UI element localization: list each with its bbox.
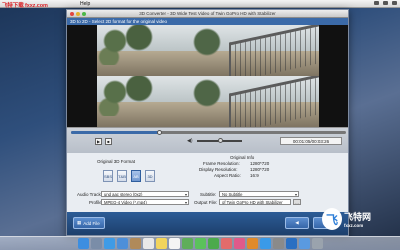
- preview-frame-right-eye: [97, 76, 319, 127]
- watermark-logo-icon: 飞: [322, 208, 342, 230]
- watermark-url: fxxz.com: [344, 223, 364, 228]
- app-window: 3D Converter - 3D Wide Test Video of Twi…: [66, 9, 349, 236]
- step-header: 3D to 2D - Select 2D format for the orig…: [67, 18, 348, 25]
- stop-icon: ■: [107, 139, 110, 144]
- subtitle-select[interactable]: No Subtitle ▾: [219, 191, 299, 197]
- maps-icon[interactable]: [181, 238, 193, 249]
- time-display: 00:01:05/00:03:26: [280, 137, 342, 145]
- audio-track-select[interactable]: und aac stereo (0x2) ▾: [101, 191, 189, 197]
- books-icon[interactable]: [246, 238, 258, 249]
- output-file-field[interactable]: of Twin GoPro HD with Stabilizer: [219, 199, 291, 205]
- status-area: [374, 1, 397, 5]
- close-window-icon[interactable]: [70, 12, 74, 16]
- video-icon[interactable]: [285, 238, 297, 249]
- wifi-icon[interactable]: [374, 1, 379, 5]
- music-icon[interactable]: [233, 238, 245, 249]
- facetime-icon[interactable]: [207, 238, 219, 249]
- safari-icon[interactable]: [103, 238, 115, 249]
- play-icon: ▶: [96, 139, 101, 144]
- menu-bar: Help: [0, 0, 400, 8]
- volume-icon[interactable]: [383, 1, 388, 5]
- title-bar: 3D Converter - 3D Wide Test Video of Twi…: [67, 10, 348, 18]
- aspect-ratio-label: Aspect Ratio:: [214, 173, 241, 178]
- chevron-down-icon: ▾: [294, 192, 297, 197]
- watermark-name: 飞特网: [344, 212, 372, 222]
- site-watermark-logo: 飞特下载 fxxz.com: [2, 3, 48, 9]
- mail-icon[interactable]: [116, 238, 128, 249]
- add-file-icon: ▦: [77, 220, 82, 225]
- frame-resolution-value: 1280*720: [250, 161, 270, 166]
- seek-handle[interactable]: [157, 130, 162, 135]
- volume-slider[interactable]: [197, 138, 242, 143]
- volume-handle[interactable]: [217, 138, 223, 143]
- notes-icon[interactable]: [155, 238, 167, 249]
- folder-icon[interactable]: [298, 238, 310, 249]
- add-file-button[interactable]: ▦ Add File: [73, 217, 105, 229]
- speaker-icon[interactable]: ◀): [187, 138, 193, 144]
- stop-button[interactable]: ■: [105, 138, 112, 145]
- step-label: 3D to 2D - Select 2D format for the orig…: [70, 19, 168, 24]
- output-file-label: Output File:: [194, 200, 218, 205]
- window-controls: [70, 12, 86, 16]
- folder-icon: …: [295, 199, 299, 205]
- finder-icon[interactable]: [77, 238, 89, 249]
- audio-track-label: Audio Track:: [77, 192, 103, 197]
- settings-panel: Original 3D Format SBS T&B AB 3D Origina…: [67, 153, 348, 214]
- aspect-ratio-value: 16:9: [250, 173, 259, 178]
- seek-progress: [71, 131, 159, 134]
- menu-help[interactable]: Help: [80, 1, 90, 7]
- photos-icon[interactable]: [220, 238, 232, 249]
- contacts-icon[interactable]: [129, 238, 141, 249]
- dock: [0, 236, 400, 250]
- seek-bar[interactable]: [71, 130, 346, 135]
- preview-frame-left-eye: [97, 25, 319, 76]
- back-arrow-icon: ◀: [295, 220, 299, 225]
- original-info-label: Original Info: [230, 155, 255, 160]
- battery-icon[interactable]: [392, 1, 397, 5]
- appstore-icon[interactable]: [259, 238, 271, 249]
- back-button[interactable]: ◀: [285, 217, 309, 229]
- minimize-window-icon[interactable]: [76, 12, 80, 16]
- frame-resolution-label: Frame Resolution:: [203, 161, 240, 166]
- zoom-window-icon[interactable]: [82, 12, 86, 16]
- site-watermark-badge: 飞 飞特网 fxxz.com: [322, 206, 392, 232]
- calendar-icon[interactable]: [142, 238, 154, 249]
- chevron-down-icon: ▾: [184, 192, 187, 197]
- format-anaglyph-button[interactable]: AB: [131, 170, 141, 182]
- format-3d-button[interactable]: 3D: [145, 170, 155, 182]
- trash-icon[interactable]: [311, 238, 323, 249]
- profile-select[interactable]: MPEG-4 Video (*.mp4) ▾: [101, 199, 189, 205]
- preferences-icon[interactable]: [272, 238, 284, 249]
- format-tb-button[interactable]: T&B: [117, 170, 127, 182]
- format-sbs-button[interactable]: SBS: [103, 170, 113, 182]
- launchpad-icon[interactable]: [90, 238, 102, 249]
- browse-output-button[interactable]: …: [293, 199, 301, 205]
- display-resolution-label: Display Resolution:: [199, 167, 238, 172]
- reminders-icon[interactable]: [168, 238, 180, 249]
- chevron-down-icon: ▾: [184, 200, 187, 205]
- subtitle-label: Subtitle:: [200, 192, 217, 197]
- footer-bar: ▦ Add File ◀ ▶: [67, 212, 348, 235]
- window-title: 3D Converter - 3D Wide Test Video of Twi…: [139, 11, 276, 16]
- original-3d-format-label: Original 3D Format: [97, 159, 136, 164]
- player-controls: ▶ ■ ◀) 00:01:05/00:03:26: [67, 127, 348, 153]
- messages-icon[interactable]: [194, 238, 206, 249]
- display-resolution-value: 1280*720: [250, 167, 270, 172]
- play-button[interactable]: ▶: [95, 138, 102, 145]
- video-preview: [67, 25, 348, 127]
